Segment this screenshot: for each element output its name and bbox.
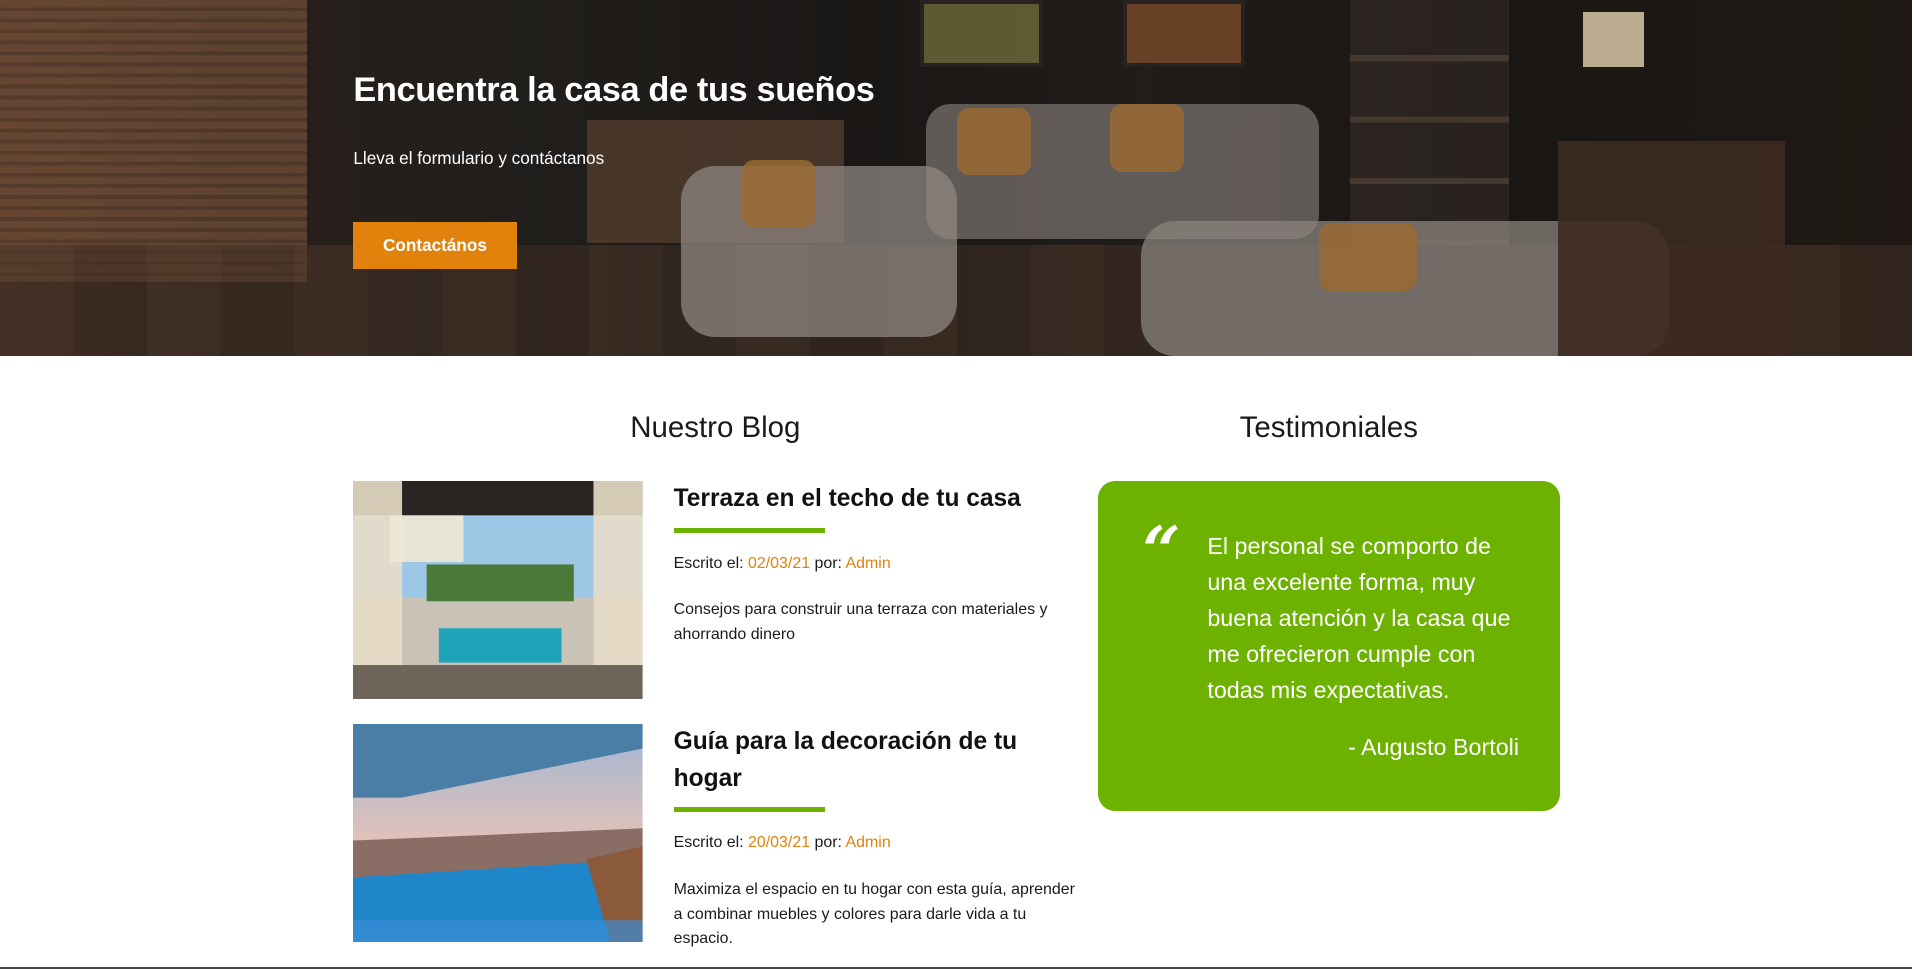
post-date[interactable]: 20/03/21 xyxy=(748,834,810,851)
hero-armchair xyxy=(680,165,958,338)
hero-painting xyxy=(920,0,1043,68)
blog-post-title[interactable]: Guía para la decoración de tu hogar xyxy=(674,724,1085,798)
blog-post-title[interactable]: Terraza en el techo de tu casa xyxy=(674,481,1085,518)
blog-post-excerpt: Consejos para construir una terraza con … xyxy=(673,601,1048,643)
hero-pillow xyxy=(742,159,816,227)
blog-section-title: Nuestro Blog xyxy=(630,411,801,445)
blog-post-thumbnail[interactable] xyxy=(353,480,643,700)
hero-banner: Encuentra la casa de tus sueños Lleva el… xyxy=(0,0,1912,356)
hero-window-blinds xyxy=(0,0,307,283)
post-author[interactable]: Admin xyxy=(846,834,891,851)
blog-post-meta: Escrito el: 20/03/21 por: Admin xyxy=(674,834,1085,852)
hero-painting xyxy=(1122,0,1246,68)
title-underline xyxy=(673,527,825,533)
hero-pillow xyxy=(1319,223,1418,291)
contact-button[interactable]: Contactános xyxy=(353,222,517,269)
hero-subtitle: Lleva el formulario y contáctanos xyxy=(353,148,605,169)
meta-label: Escrito el: xyxy=(673,834,749,852)
blog-post-excerpt: Maximiza el espacio en tu hogar con esta… xyxy=(673,881,1075,948)
meta-label: Escrito el: xyxy=(673,554,749,572)
blog-post-meta: Escrito el: 02/03/21 por: Admin xyxy=(674,555,1085,573)
hero-title: Encuentra la casa de tus sueños xyxy=(353,71,875,110)
pool-image xyxy=(353,723,643,943)
testimonial-card: “ El personal se comporto de una excelen… xyxy=(1098,480,1560,812)
post-date[interactable]: 02/03/21 xyxy=(748,555,810,572)
meta-by-label: por: xyxy=(810,834,846,852)
hero-pillow xyxy=(957,107,1031,176)
blog-post-thumbnail[interactable] xyxy=(353,723,643,943)
hero-pillow xyxy=(1110,104,1185,172)
post-author[interactable]: Admin xyxy=(846,555,891,572)
quote-icon: “ xyxy=(1142,511,1181,590)
testimonials-section-title: Testimoniales xyxy=(1239,411,1418,445)
testimonial-author: - Augusto Bortoli xyxy=(1348,733,1520,760)
testimonial-text: El personal se comporto de una excelente… xyxy=(1207,532,1511,704)
terrace-image xyxy=(353,480,643,700)
hero-lamp xyxy=(1582,12,1645,68)
hero-bookshelf xyxy=(1349,0,1510,246)
meta-by-label: por: xyxy=(810,554,846,572)
hero-cabinet xyxy=(1558,141,1786,356)
title-underline xyxy=(673,807,825,813)
